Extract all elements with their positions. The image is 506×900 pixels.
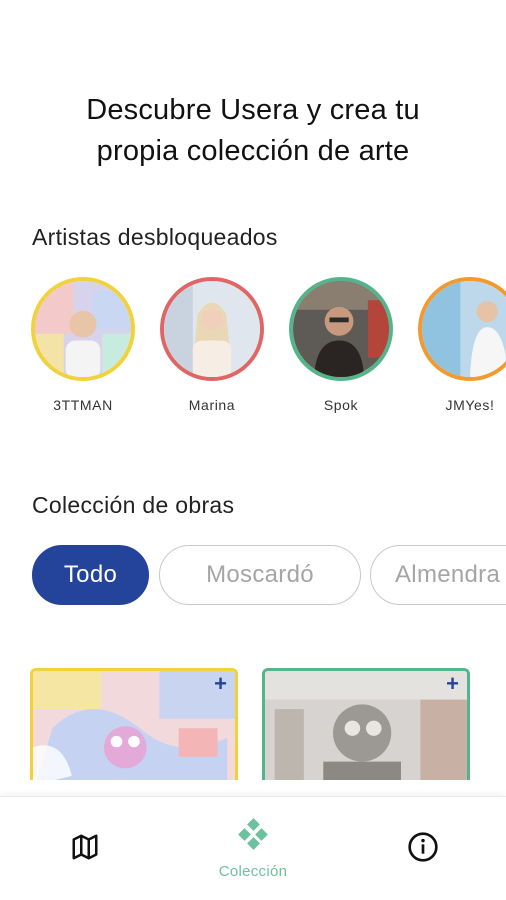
artwork-card[interactable]: + — [262, 668, 470, 780]
artist-name: 3TTMAN — [53, 397, 113, 413]
artists-section-title: Artistas desbloqueados — [32, 224, 278, 250]
artist-name: Spok — [323, 397, 359, 413]
page-headline: Descubre Usera y crea tu propia colecció… — [0, 90, 506, 172]
artwork-grid[interactable]: + + — [0, 668, 506, 780]
artist-avatar[interactable] — [160, 277, 264, 381]
headline-line-2: propia colección de arte — [96, 135, 410, 167]
nav-item-collection[interactable]: Colección — [203, 797, 303, 900]
filter-chip-todo[interactable]: Todo — [32, 545, 149, 605]
artwork-thumbnail — [33, 671, 235, 780]
artwork-thumbnail — [265, 671, 467, 780]
collection-icon[interactable] — [236, 818, 270, 857]
artist-marina[interactable]: Marina — [152, 277, 272, 413]
add-to-collection-icon[interactable]: + — [214, 673, 227, 695]
add-to-collection-icon[interactable]: + — [446, 673, 459, 695]
artist-avatar[interactable] — [418, 277, 506, 381]
headline-line-1: Descubre Usera y crea tu — [86, 94, 420, 126]
filter-chip-almendra[interactable]: Almendra — [370, 545, 506, 605]
filter-chips[interactable]: Todo Moscardó Almendra — [32, 545, 506, 607]
artist-avatar[interactable] — [31, 277, 135, 381]
artist-name: JMYes! — [445, 397, 495, 413]
map-icon[interactable] — [70, 832, 100, 867]
artist-avatar[interactable] — [289, 277, 393, 381]
works-section-title: Colección de obras — [32, 492, 235, 518]
artist-3ttman[interactable]: 3TTMAN — [23, 277, 143, 413]
info-icon[interactable] — [407, 831, 439, 868]
artist-spok[interactable]: Spok — [281, 277, 401, 413]
artwork-card[interactable]: + — [30, 668, 238, 780]
artists-carousel[interactable]: 3TTMAN Marina Spok JMYes! — [0, 277, 506, 417]
bottom-navigation: Colección — [0, 796, 506, 900]
artist-jmyes[interactable]: JMYes! — [410, 277, 506, 413]
nav-item-info[interactable] — [390, 797, 456, 900]
artist-name: Marina — [188, 397, 236, 413]
filter-chip-moscardo[interactable]: Moscardó — [159, 545, 361, 605]
nav-item-map[interactable] — [52, 797, 118, 900]
nav-label-collection: Colección — [218, 863, 288, 880]
